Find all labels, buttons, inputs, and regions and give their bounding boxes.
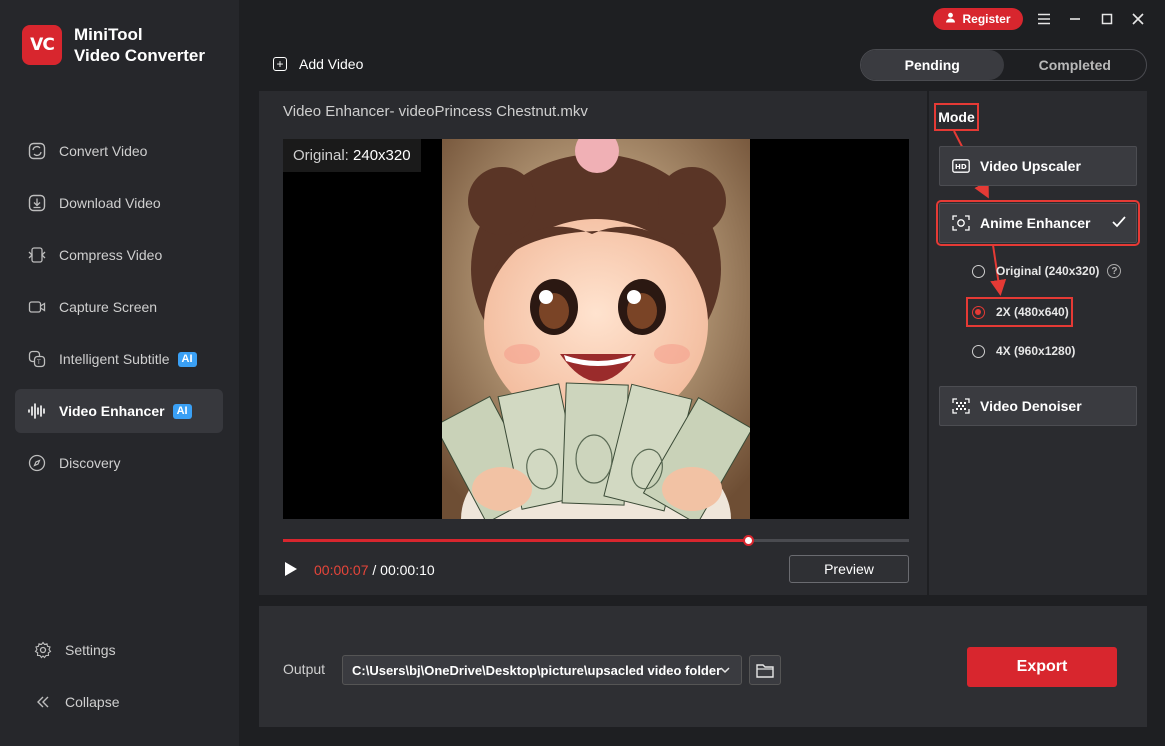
anime-enhancer-button[interactable]: Anime Enhancer [936,200,1140,246]
anime-enhancer-icon [952,215,970,231]
video-upscaler-label: Video Upscaler [980,158,1081,174]
scale-option-label: Original (240x320) [996,264,1100,278]
video-denoiser-label: Video Denoiser [980,398,1082,414]
anime-enhancer-label: Anime Enhancer [980,215,1091,231]
video-upscaler-button[interactable]: HD Video Upscaler [939,146,1137,186]
folder-icon [756,663,774,678]
help-icon[interactable]: ? [1107,264,1122,278]
output-path-value: C:\Users\bj\OneDrive\Desktop\picture\ups… [352,662,722,678]
video-denoiser-button[interactable]: Video Denoiser [939,386,1137,426]
scale-option-label: 4X (960x1280) [996,344,1076,358]
check-icon [1112,215,1126,231]
radio-button-selected[interactable] [972,305,985,319]
hd-icon: HD [952,158,970,174]
output-label: Output [283,661,326,677]
chevron-down-icon [719,664,731,679]
scale-option-4x[interactable]: 4X (960x1280) [972,344,1075,358]
denoiser-icon [952,398,970,414]
scale-option-original[interactable]: Original (240x320) ? [972,264,1122,278]
scale-option-2x[interactable]: 2X (480x640) [972,305,1069,319]
open-folder-button[interactable] [749,655,781,685]
radio-button[interactable] [972,344,985,358]
radio-button[interactable] [972,264,985,278]
svg-text:HD: HD [955,163,967,171]
scale-option-label: 2X (480x640) [996,305,1069,319]
export-button[interactable]: Export [967,647,1117,687]
output-path-select[interactable]: C:\Users\bj\OneDrive\Desktop\picture\ups… [342,655,742,685]
